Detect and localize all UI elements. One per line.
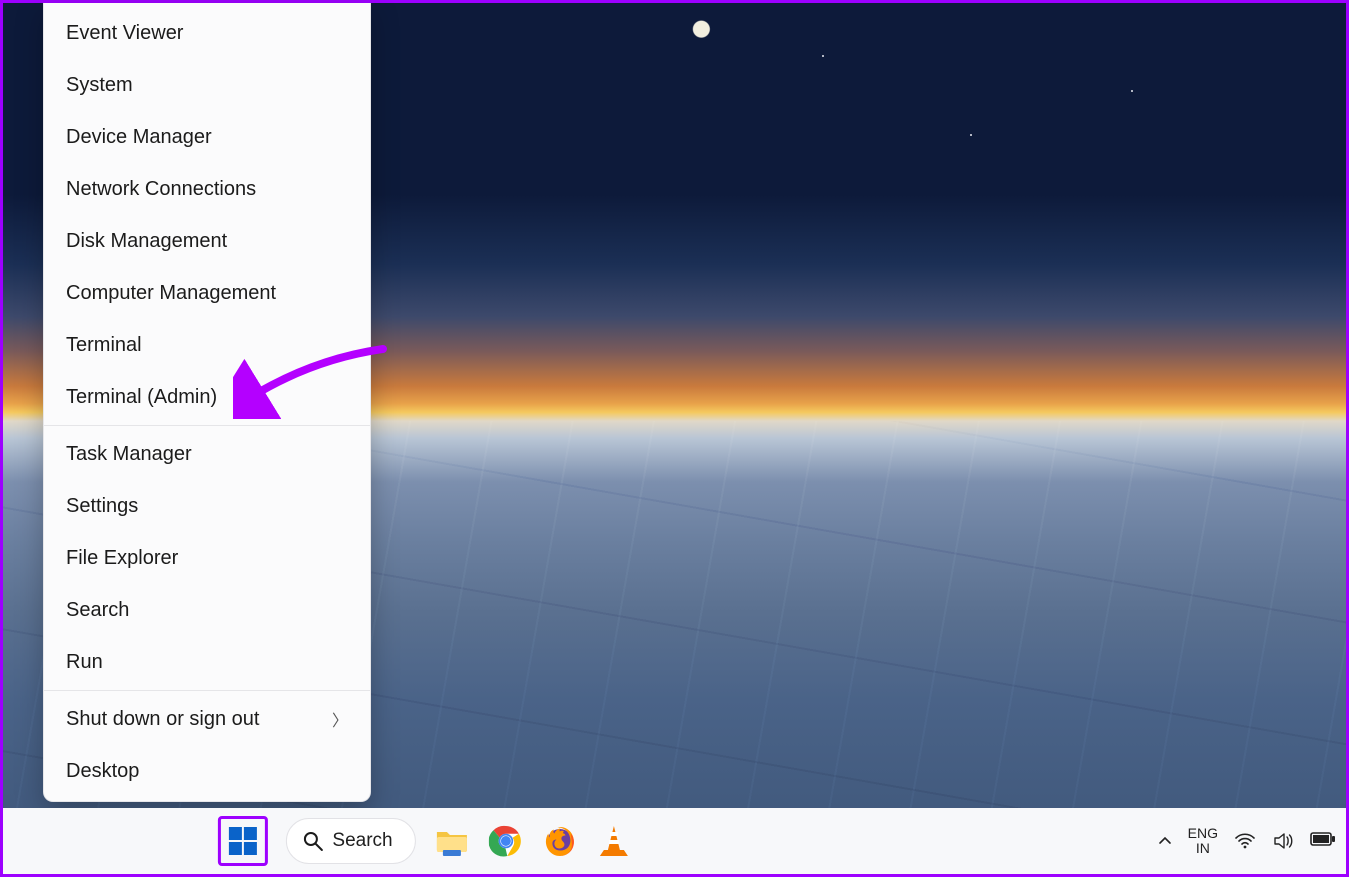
language-indicator[interactable]: ENG IN [1188, 826, 1218, 857]
menu-item-event-viewer[interactable]: Event Viewer [44, 7, 370, 59]
menu-item-label: File Explorer [66, 547, 178, 570]
menu-item-label: Disk Management [66, 230, 227, 253]
menu-item-shutdown-signout[interactable]: Shut down or sign out 〉 [44, 693, 370, 745]
menu-item-device-manager[interactable]: Device Manager [44, 111, 370, 163]
tray-overflow-button[interactable] [1158, 834, 1172, 848]
menu-item-label: System [66, 74, 133, 97]
taskbar: Search [3, 808, 1346, 874]
menu-item-disk-management[interactable]: Disk Management [44, 215, 370, 267]
chevron-up-icon [1158, 834, 1172, 848]
taskbar-pinned-firefox[interactable] [542, 823, 578, 859]
windows-logo-icon [227, 826, 257, 856]
menu-item-computer-management[interactable]: Computer Management [44, 267, 370, 319]
menu-separator [44, 425, 370, 426]
taskbar-pinned-chrome[interactable] [488, 823, 524, 859]
battery-icon [1310, 830, 1336, 848]
menu-item-label: Network Connections [66, 178, 256, 201]
speaker-icon [1272, 830, 1294, 852]
taskbar-pinned-vlc[interactable] [596, 823, 632, 859]
search-icon [302, 831, 322, 851]
chrome-icon [489, 824, 523, 858]
menu-item-label: Terminal [66, 334, 142, 357]
wifi-icon [1234, 830, 1256, 852]
menu-separator [44, 690, 370, 691]
menu-item-label: Settings [66, 495, 138, 518]
vlc-icon [598, 824, 630, 858]
menu-item-terminal-admin[interactable]: Terminal (Admin) [44, 371, 370, 423]
language-region: IN [1188, 841, 1218, 856]
volume-indicator[interactable] [1272, 830, 1294, 852]
menu-item-label: Desktop [66, 760, 139, 783]
menu-item-network-connections[interactable]: Network Connections [44, 163, 370, 215]
menu-item-label: Shut down or sign out [66, 708, 259, 731]
menu-item-task-manager[interactable]: Task Manager [44, 428, 370, 480]
menu-item-file-explorer[interactable]: File Explorer [44, 532, 370, 584]
file-explorer-icon [435, 826, 469, 856]
menu-item-label: Event Viewer [66, 22, 183, 45]
taskbar-search-label: Search [332, 830, 392, 852]
chevron-right-icon: 〉 [332, 707, 348, 731]
menu-item-desktop[interactable]: Desktop [44, 745, 370, 797]
system-tray: ENG IN [1158, 808, 1332, 874]
wifi-indicator[interactable] [1234, 830, 1256, 852]
power-user-menu: Event Viewer System Device Manager Netwo… [43, 3, 371, 802]
menu-item-label: Run [66, 651, 103, 674]
menu-item-label: Computer Management [66, 282, 276, 305]
language-code: ENG [1188, 826, 1218, 841]
battery-indicator[interactable] [1310, 830, 1332, 852]
menu-item-label: Search [66, 599, 129, 622]
taskbar-pinned-file-explorer[interactable] [434, 823, 470, 859]
start-button[interactable] [217, 816, 267, 866]
firefox-icon [543, 824, 577, 858]
taskbar-search-button[interactable]: Search [285, 818, 415, 864]
menu-item-label: Task Manager [66, 443, 192, 466]
menu-item-label: Device Manager [66, 126, 212, 149]
menu-item-search[interactable]: Search [44, 584, 370, 636]
menu-item-terminal[interactable]: Terminal [44, 319, 370, 371]
menu-item-run[interactable]: Run [44, 636, 370, 688]
menu-item-system[interactable]: System [44, 59, 370, 111]
menu-item-settings[interactable]: Settings [44, 480, 370, 532]
menu-item-label: Terminal (Admin) [66, 386, 217, 409]
